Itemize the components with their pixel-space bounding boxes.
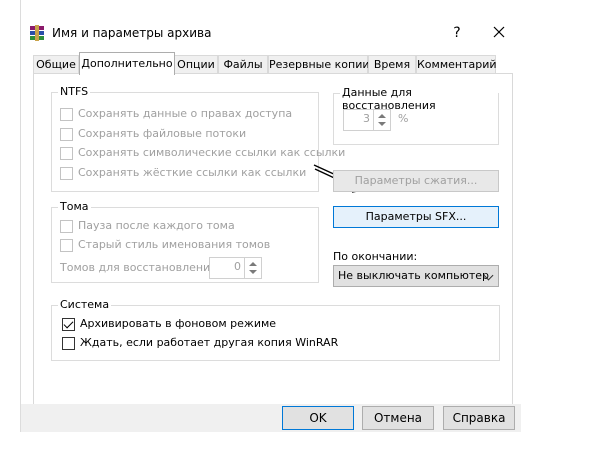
close-icon (493, 26, 505, 38)
title-help-button[interactable]: ? (447, 23, 467, 43)
left-edge (0, 0, 21, 432)
tab-backup[interactable]: Резервные копии (268, 55, 370, 74)
checkbox[interactable] (60, 220, 73, 233)
option-label: Сохранять жёсткие ссылки как ссылки (78, 166, 307, 179)
ok-button[interactable]: OK (282, 406, 354, 430)
volumes-group: Тома Пауза после каждого тома Старый сти… (51, 200, 319, 283)
checkbox[interactable] (62, 337, 75, 350)
on-finish-value: Не выключать компьютер (338, 269, 490, 282)
arrow-up-icon[interactable] (249, 262, 257, 266)
cancel-button[interactable]: Отмена (362, 406, 434, 430)
volumes-recovery-spinner[interactable]: 0 (209, 257, 262, 279)
arrow-down-icon[interactable] (249, 270, 257, 274)
checkbox[interactable] (60, 108, 73, 121)
tab-time[interactable]: Время (368, 55, 416, 74)
tab-files[interactable]: Файлы (218, 55, 268, 74)
system-group: Система Архивировать в фоновом режиме Жд… (51, 298, 500, 361)
arrow-down-icon[interactable] (378, 122, 386, 126)
tab-general[interactable]: Общие (33, 55, 79, 74)
sfx-settings-button[interactable]: Параметры SFX... (333, 206, 499, 228)
recovery-value: 3 (363, 112, 370, 125)
option-label: Сохранять символические ссылки как ссылк… (78, 146, 346, 159)
volumes-recovery-value: 0 (234, 260, 241, 273)
system-legend: Система (58, 298, 112, 311)
compression-settings-button[interactable]: Параметры сжатия... (333, 170, 499, 192)
option-label: Пауза после каждого тома (78, 219, 235, 232)
volumes-recovery-label: Томов для восстановления: (60, 261, 221, 274)
checkbox-checked[interactable] (62, 318, 75, 331)
checkbox[interactable] (60, 128, 73, 141)
ntfs-legend: NTFS (58, 85, 91, 98)
option-label: Старый стиль именования томов (78, 238, 271, 251)
window-title: Имя и параметры архива (52, 26, 212, 40)
checkbox[interactable] (60, 147, 73, 160)
spinner-arrows[interactable] (244, 258, 261, 278)
tab-advanced[interactable]: Дополнительно (79, 52, 175, 75)
title-bar: Имя и параметры архива ? (21, 20, 521, 46)
winrar-app-icon (29, 25, 45, 41)
close-button[interactable] (487, 23, 511, 43)
option-label: Архивировать в фоновом режиме (80, 317, 277, 330)
option-label: Ждать, если работает другая копия WinRAR (80, 336, 339, 349)
help-button[interactable]: Справка (443, 406, 515, 430)
checkbox[interactable] (60, 167, 73, 180)
volumes-legend: Тома (58, 200, 91, 213)
spinner-arrows[interactable] (373, 110, 390, 130)
on-finish-select[interactable]: Не выключать компьютер (333, 265, 499, 287)
arrow-up-icon[interactable] (378, 114, 386, 118)
tab-comment[interactable]: Комментарий (416, 55, 497, 74)
recovery-spinner[interactable]: 3 (343, 109, 391, 131)
recovery-group: Данные для восстановления 3 % (333, 86, 499, 145)
tab-options[interactable]: Опции (174, 55, 218, 74)
option-label: Сохранять файловые потоки (78, 127, 247, 140)
option-label: Сохранять данные о правах доступа (78, 107, 293, 120)
on-finish-label: По окончании: (333, 250, 418, 263)
ntfs-group: NTFS Сохранять данные о правах доступа С… (51, 85, 345, 192)
recovery-unit: % (398, 112, 409, 125)
checkbox[interactable] (60, 239, 73, 252)
